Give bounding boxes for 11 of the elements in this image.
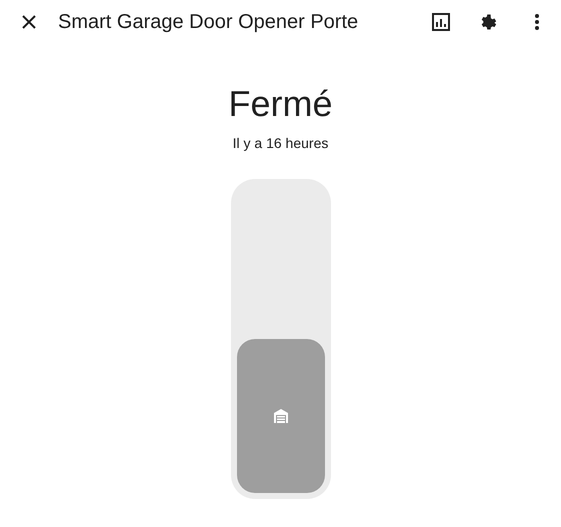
bar-chart-icon (432, 13, 450, 31)
more-icon (535, 14, 539, 30)
position-slider-fill[interactable] (236, 339, 324, 493)
garage-icon (274, 409, 288, 423)
close-icon (21, 14, 37, 30)
history-button[interactable] (429, 10, 453, 34)
last-changed-text: Il y a 16 heures (232, 135, 330, 151)
window-title: Smart Garage Door Opener Porte (58, 10, 360, 34)
settings-icon (479, 12, 499, 32)
position-slider-track[interactable] (230, 179, 330, 499)
state-label: Fermé (227, 82, 334, 126)
